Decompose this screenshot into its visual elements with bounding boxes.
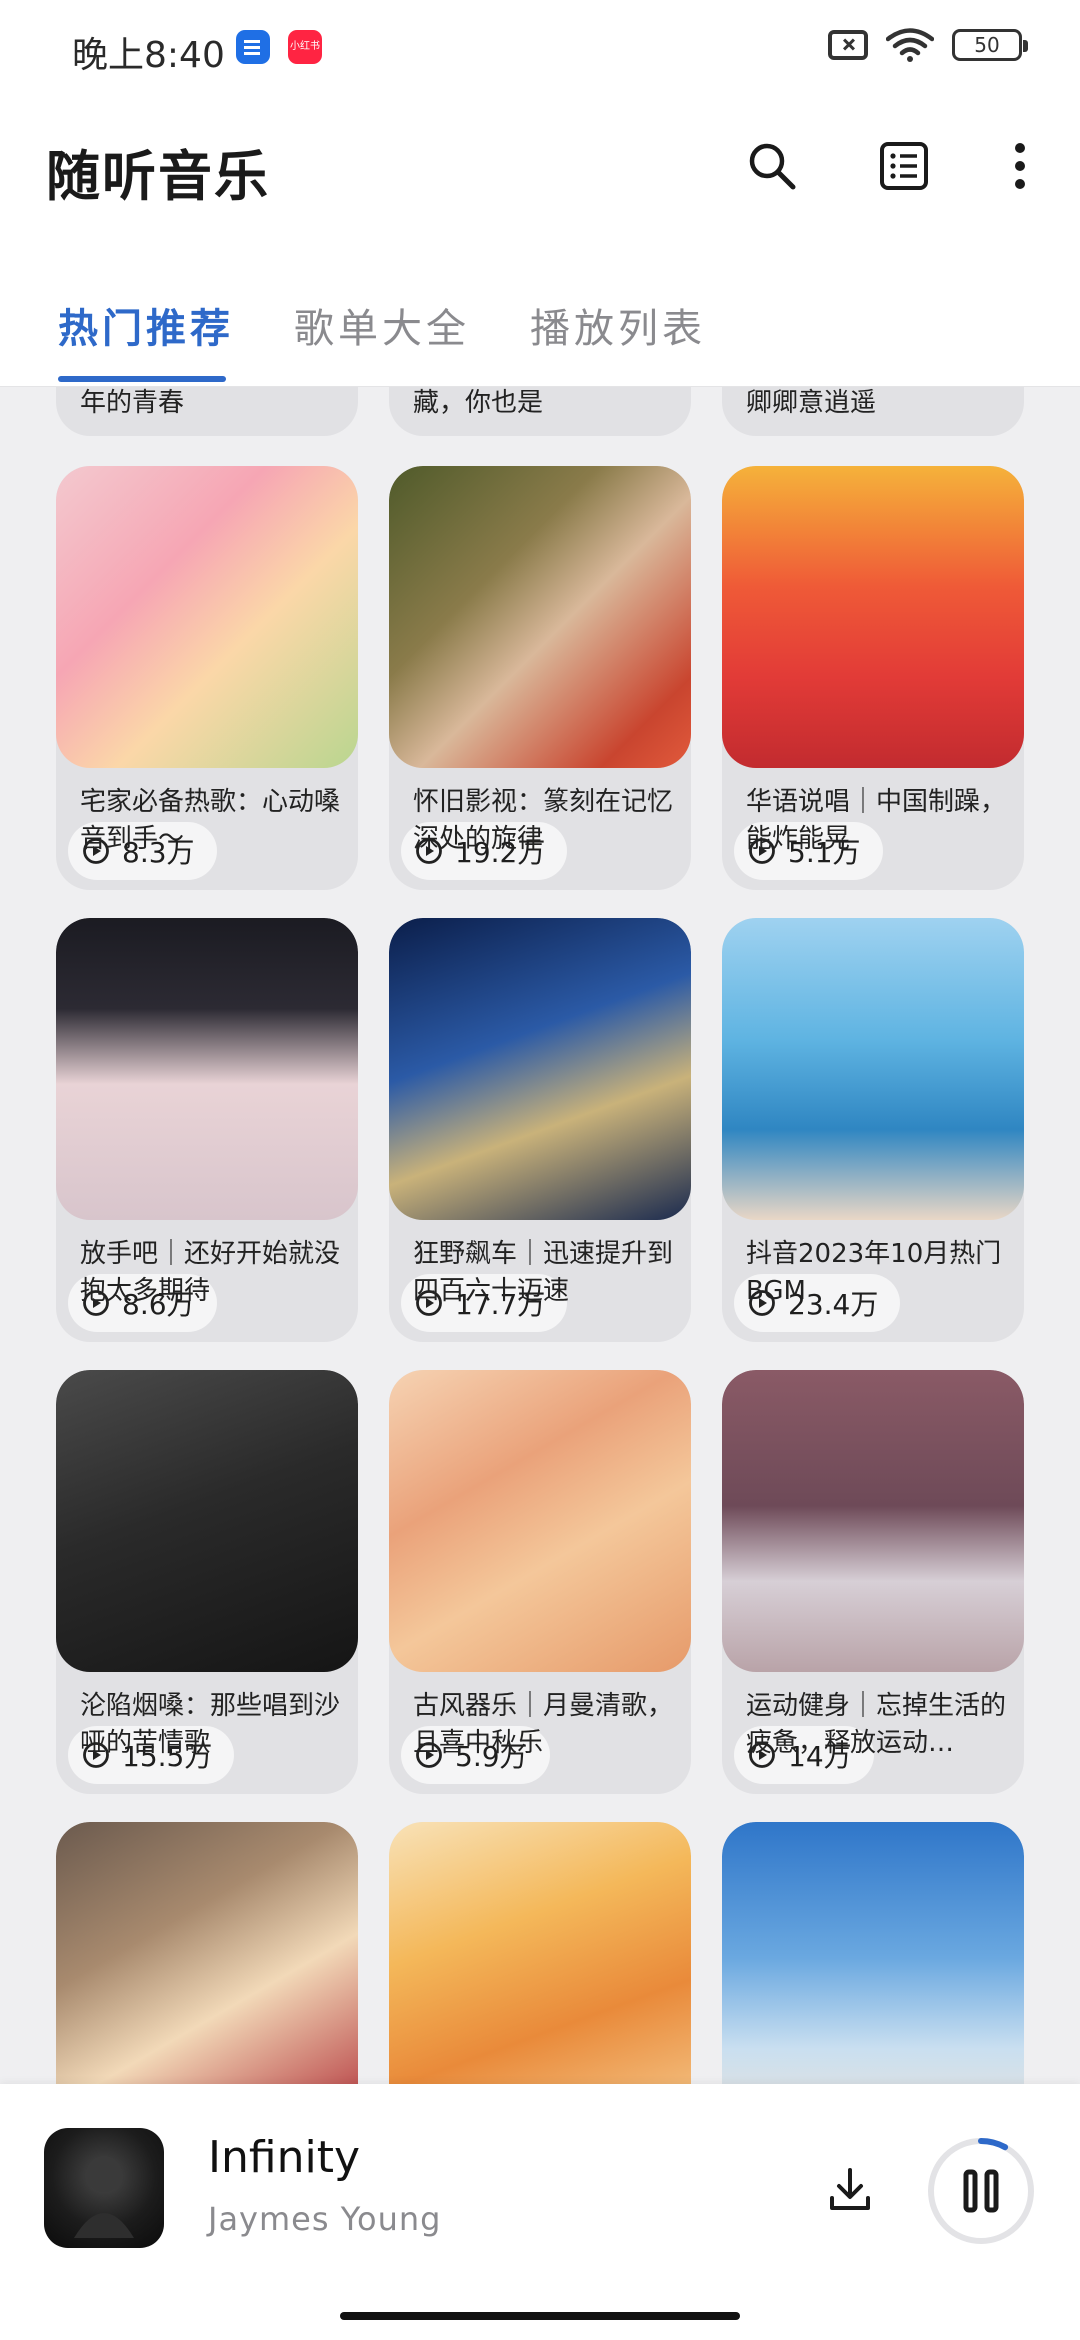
pause-icon xyxy=(963,2169,978,2213)
playlist-card[interactable]: 5.9万 古风器乐｜月曼清歌，且喜中秋乐 xyxy=(389,1370,691,1794)
playlist-card[interactable]: 19.2万 怀旧影视：篆刻在记忆深处的旋律 xyxy=(389,466,691,890)
tab-playlists[interactable]: 歌单大全 xyxy=(294,296,470,354)
list-icon xyxy=(880,142,928,190)
now-playing-artist: Jaymes Young xyxy=(208,2200,442,2238)
playlist-cover-image xyxy=(389,466,691,768)
playlist-cover-image xyxy=(722,466,1024,768)
app-header: 随听音乐 xyxy=(0,96,1080,236)
playlist-button[interactable] xyxy=(872,134,936,198)
pause-button[interactable] xyxy=(926,2136,1036,2246)
playlist-cover-image xyxy=(56,1822,358,2084)
playlist-card[interactable] xyxy=(389,1822,691,2084)
tab-hot-recommend[interactable]: 热门推荐 xyxy=(58,296,234,354)
playlist-card[interactable]: 17.7万 狂野飙车｜迅速提升到四百六十迈速 xyxy=(389,918,691,1342)
status-bar: 晚上8:40 小红书 50 xyxy=(0,0,1080,96)
tab-play-queue[interactable]: 播放列表 xyxy=(530,296,706,354)
playlist-card[interactable]: 治愈音嗓：温柔是宝藏，你也是 xyxy=(389,386,691,436)
playlist-cover-image xyxy=(56,466,358,768)
playlist-cover-image xyxy=(56,1370,358,1672)
playlist-title: 宅家必备热歌：心动嗓音到手～ xyxy=(80,787,341,854)
no-sim-icon xyxy=(828,30,868,60)
playlist-cover-image xyxy=(56,918,358,1220)
playlist-title: 治愈音嗓：温柔是宝藏，你也是 xyxy=(413,388,544,418)
download-icon[interactable] xyxy=(820,2160,880,2220)
status-indicators: 50 xyxy=(828,28,1028,62)
playlist-card[interactable]: 8.6万 放手吧｜还好开始就没抱太多期待 xyxy=(56,918,358,1342)
playlist-title: 抖音2023年10月热门BGM xyxy=(746,1239,1002,1306)
playlist-title: 怀旧影视：篆刻在记忆深处的旋律 xyxy=(413,787,674,854)
home-indicator[interactable] xyxy=(340,2312,740,2320)
playlist-title: 沦陷烟嗓：那些唱到沙哑的苦情歌 xyxy=(80,1691,341,1758)
active-tab-indicator xyxy=(58,376,226,382)
playlist-title: 华语说唱｜中国制躁，能炸能晃 xyxy=(746,787,1007,854)
playlist-card[interactable]: 怀旧金曲50首｜那些年的青春 xyxy=(56,386,358,436)
playlist-card[interactable] xyxy=(56,1822,358,2084)
playlist-title: 怀旧金曲50首｜那些年的青春 xyxy=(80,388,185,418)
playlist-cover-image xyxy=(722,1370,1024,1672)
playlist-title: 古风器乐｜月曼清歌，且喜中秋乐 xyxy=(413,1691,674,1758)
xiaohongshu-notification-icon: 小红书 xyxy=(288,30,322,64)
playlist-title: 国风奇情｜薛月悠悠，卿卿意逍遥 xyxy=(746,388,877,418)
album-art xyxy=(74,2156,134,2238)
tab-bar: 热门推荐 歌单大全 播放列表 xyxy=(0,236,1080,387)
music-app-notification-icon xyxy=(236,30,270,64)
playlist-title: 狂野飙车｜迅速提升到四百六十迈速 xyxy=(413,1239,674,1306)
now-playing-title: Infinity xyxy=(208,2132,360,2183)
playlist-card[interactable]: 8.3万 宅家必备热歌：心动嗓音到手～ xyxy=(56,466,358,890)
playlist-card[interactable]: 国风奇情｜薛月悠悠，卿卿意逍遥 xyxy=(722,386,1024,436)
pause-icon xyxy=(984,2169,999,2213)
playlist-cover-image xyxy=(722,1822,1024,2084)
more-icon xyxy=(1015,143,1025,189)
search-button[interactable] xyxy=(740,134,804,198)
playlist-title: 运动健身｜忘掉生活的疲惫，释放运动… xyxy=(746,1691,1007,1758)
search-icon xyxy=(749,143,796,190)
app-title: 随听音乐 xyxy=(46,145,270,208)
playlist-card[interactable]: 5.1万 华语说唱｜中国制躁，能炸能晃 xyxy=(722,466,1024,890)
more-options-button[interactable] xyxy=(988,134,1052,198)
playlist-cover-image xyxy=(389,918,691,1220)
wifi-icon xyxy=(886,28,934,62)
battery-icon: 50 xyxy=(952,29,1028,61)
status-time: 晚上8:40 xyxy=(72,35,225,76)
playlist-cover-image xyxy=(389,1370,691,1672)
playlist-grid[interactable]: 怀旧金曲50首｜那些年的青春 治愈音嗓：温柔是宝藏，你也是 国风奇情｜薛月悠悠，… xyxy=(0,386,1080,2084)
now-playing-bar[interactable]: Infinity Jaymes Young xyxy=(0,2084,1080,2340)
now-playing-cover-image[interactable] xyxy=(44,2128,164,2248)
playlist-card[interactable]: 15.5万 沦陷烟嗓：那些唱到沙哑的苦情歌 xyxy=(56,1370,358,1794)
playlist-card[interactable]: 14万 运动健身｜忘掉生活的疲惫，释放运动… xyxy=(722,1370,1024,1794)
playlist-cover-image xyxy=(722,918,1024,1220)
playlist-card[interactable]: 23.4万 抖音2023年10月热门BGM xyxy=(722,918,1024,1342)
playback-progress-track xyxy=(928,2138,1034,2244)
playlist-title: 放手吧｜还好开始就没抱太多期待 xyxy=(80,1239,341,1306)
playlist-cover-image xyxy=(389,1822,691,2084)
playlist-card[interactable] xyxy=(722,1822,1024,2084)
